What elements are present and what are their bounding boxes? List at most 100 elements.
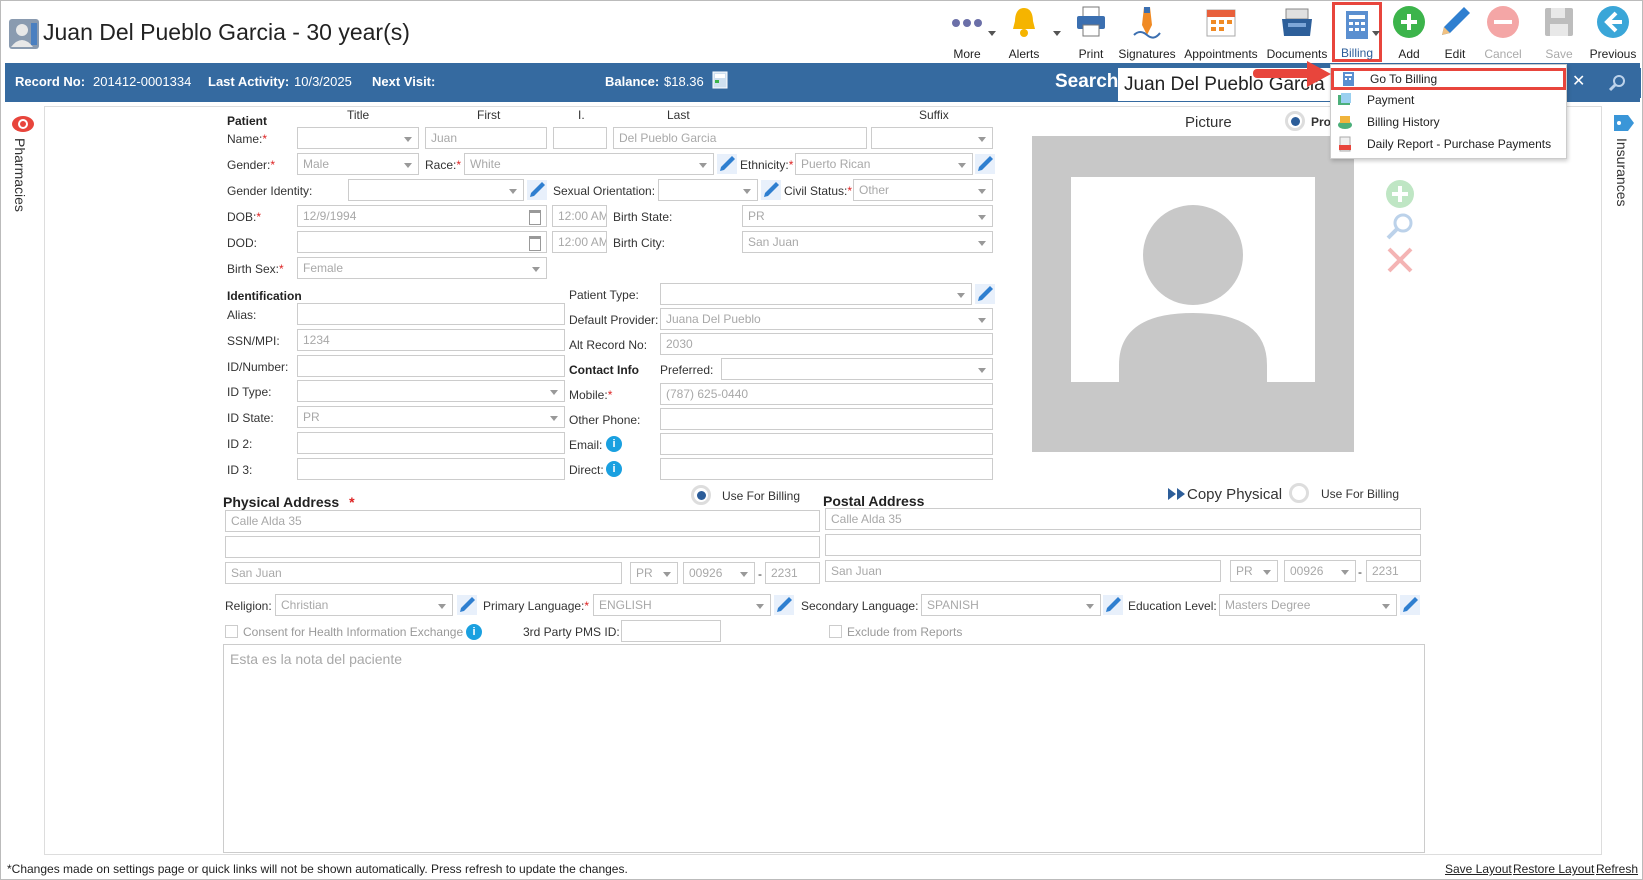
postal-zip4-input[interactable]: 2231 [1366,560,1421,582]
email-input[interactable] [660,433,993,455]
secondary-language-edit-pencil-icon[interactable] [1103,595,1123,615]
save-button[interactable]: Save [1541,5,1577,61]
third-party-pms-input[interactable] [621,620,721,642]
postal-use-billing-radio[interactable] [1289,483,1309,503]
delete-picture-icon[interactable] [1385,245,1415,275]
patient-type-select[interactable] [660,283,972,305]
alt-record-input[interactable]: 2030 [660,333,993,355]
education-level-select[interactable]: Masters Degree [1219,594,1397,616]
billing-caret-icon[interactable] [1372,31,1380,36]
print-button[interactable]: Print [1071,5,1111,61]
id-type-select[interactable] [297,380,565,402]
suffix-select[interactable] [871,127,993,149]
id-number-input[interactable] [297,355,565,377]
add-button[interactable]: Add [1389,5,1429,61]
id2-input[interactable] [297,432,565,454]
dod-time-input[interactable]: 12:00 AM [552,231,607,253]
secondary-language-select[interactable]: SPANISH [921,594,1101,616]
ssn-input[interactable]: 1234 [297,329,565,351]
refresh-link[interactable]: Refresh [1596,862,1638,876]
previous-button[interactable]: Previous [1588,5,1638,61]
pharmacies-eye-icon[interactable] [11,114,35,134]
search-clear-icon[interactable]: ✕ [1572,71,1586,91]
picture-radio[interactable] [1285,111,1305,131]
ethnicity-select[interactable]: Puerto Rican [795,153,973,175]
picture-placeholder[interactable] [1071,177,1315,382]
physical-zip-select[interactable]: 00926 [683,562,755,584]
more-button[interactable]: More [945,5,989,61]
race-edit-pencil-icon[interactable] [717,154,737,174]
documents-button[interactable]: Documents [1265,5,1329,61]
signatures-button[interactable]: Signatures [1118,5,1176,61]
appointments-button[interactable]: Appointments [1182,5,1260,61]
postal-zip-select[interactable]: 00926 [1284,560,1356,582]
education-level-edit-pencil-icon[interactable] [1400,595,1420,615]
physical-zip4-input[interactable]: 2231 [765,562,820,584]
mobile-input[interactable]: (787) 625-0440 [660,383,993,405]
primary-language-select[interactable]: ENGLISH [593,594,771,616]
cancel-button[interactable]: Cancel [1481,5,1525,61]
direct-info-icon[interactable]: i [606,461,622,477]
gender-identity-select[interactable] [348,179,524,201]
gender-identity-edit-pencil-icon[interactable] [527,180,547,200]
ethnicity-edit-pencil-icon[interactable] [975,154,995,174]
edit-button[interactable]: Edit [1435,5,1475,61]
postal-state-select[interactable]: PR [1230,560,1278,582]
preferred-contact-select[interactable] [721,358,993,380]
religion-select[interactable]: Christian [275,594,453,616]
first-name-input[interactable]: Juan [425,127,547,149]
insurances-tab[interactable]: Insurances [1614,138,1630,206]
civil-status-select[interactable]: Other [853,179,993,201]
physical-city-input[interactable]: San Juan [225,562,622,584]
zoom-picture-icon[interactable] [1385,211,1415,241]
menu-item-go-to-billing[interactable]: Go To Billing [1331,68,1566,90]
postal-city-input[interactable]: San Juan [825,560,1221,582]
id-state-select[interactable]: PR [297,406,565,428]
exclude-reports-checkbox[interactable] [829,625,842,638]
physical-line2-input[interactable] [225,536,820,558]
copy-physical-button[interactable]: Copy Physical [1187,486,1282,503]
insurances-tag-icon[interactable] [1613,114,1635,132]
patient-notes-textarea[interactable]: Esta es la nota del paciente [223,644,1425,853]
add-picture-icon[interactable] [1385,179,1415,209]
birth-city-select[interactable]: San Juan [742,231,993,253]
middle-initial-input[interactable] [553,127,607,149]
pharmacies-tab[interactable]: Pharmacies [12,138,28,212]
religion-edit-pencil-icon[interactable] [457,595,477,615]
alias-input[interactable] [297,303,565,325]
more-caret-icon[interactable] [988,31,996,36]
physical-state-select[interactable]: PR [630,562,678,584]
birth-sex-select[interactable]: Female [297,257,547,279]
physical-use-billing-radio[interactable] [691,485,711,505]
race-select[interactable]: White [464,153,714,175]
last-name-input[interactable]: Del Pueblo Garcia [613,127,867,149]
primary-language-edit-pencil-icon[interactable] [774,595,794,615]
physical-line1-input[interactable]: Calle Alda 35 [225,510,820,532]
menu-item-daily-report[interactable]: Daily Report - Purchase Payments [1331,133,1566,155]
default-provider-select[interactable]: Juana Del Pueblo [660,308,993,330]
sexual-orientation-edit-pencil-icon[interactable] [761,180,781,200]
consent-info-icon[interactable]: i [466,624,482,640]
sexual-orientation-select[interactable] [658,179,758,201]
dod-date-input[interactable] [297,231,547,253]
dob-date-input[interactable]: 12/9/1994 [297,205,547,227]
postal-line2-input[interactable] [825,534,1421,556]
birth-state-select[interactable]: PR [742,205,993,227]
id3-input[interactable] [297,458,565,480]
consent-checkbox[interactable] [225,625,238,638]
direct-input[interactable] [660,458,993,480]
save-layout-link[interactable]: Save Layout [1445,862,1512,876]
postal-line1-input[interactable]: Calle Alda 35 [825,508,1421,530]
alerts-caret-icon[interactable] [1053,31,1061,36]
title-select[interactable] [297,127,419,149]
alerts-button[interactable]: Alerts [1001,5,1047,61]
balance-calculator-icon[interactable] [712,71,728,89]
dob-time-input[interactable]: 12:00 AM [552,205,607,227]
copy-physical-arrows-icon[interactable] [1168,488,1186,500]
menu-item-billing-history[interactable]: Billing History [1331,111,1566,133]
restore-layout-link[interactable]: Restore Layout [1513,862,1594,876]
menu-item-payment[interactable]: Payment [1331,89,1566,111]
patient-type-edit-pencil-icon[interactable] [975,284,995,304]
search-button[interactable] [1591,68,1641,98]
gender-select[interactable]: Male [297,153,419,175]
